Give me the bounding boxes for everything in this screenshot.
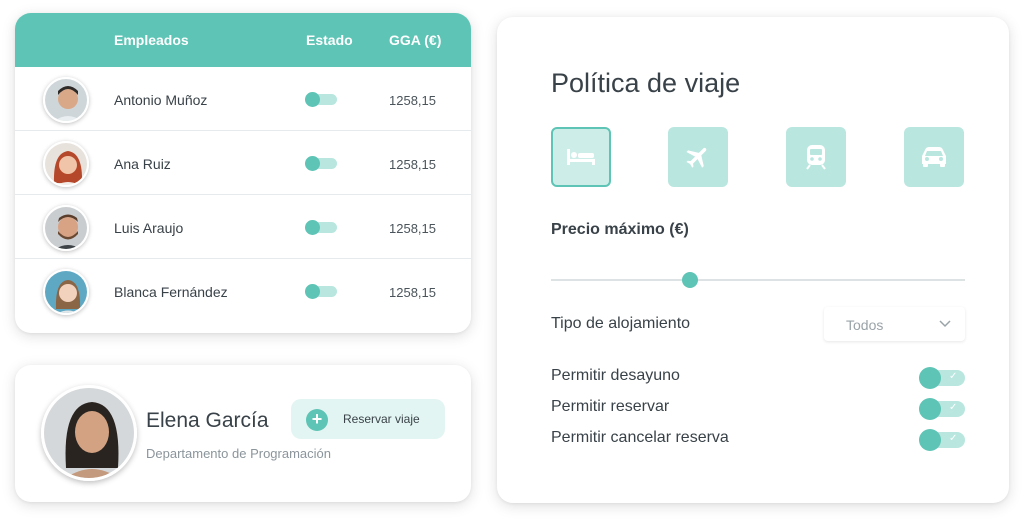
car-icon	[922, 147, 946, 167]
reserve-trip-label: Reservar viaje	[343, 412, 420, 426]
page-title: Política de viaje	[551, 68, 741, 98]
option-breakfast-label: Permitir desayuno	[551, 367, 680, 384]
option-reserve-toggle[interactable]: ✓	[919, 398, 965, 420]
avatar	[41, 385, 137, 481]
category-plane-button[interactable]	[668, 127, 728, 187]
status-toggle[interactable]	[305, 220, 337, 235]
category-train-button[interactable]	[786, 127, 846, 187]
option-cancel-toggle[interactable]: ✓	[919, 429, 965, 451]
check-icon: ✓	[949, 402, 958, 413]
check-icon: ✓	[949, 371, 958, 382]
status-toggle[interactable]	[305, 284, 337, 299]
option-breakfast-toggle[interactable]: ✓	[919, 367, 965, 389]
bed-icon	[567, 149, 595, 165]
train-icon	[806, 145, 826, 170]
plus-icon: +	[306, 409, 328, 431]
option-cancel-label: Permitir cancelar reserva	[551, 429, 729, 446]
accommodation-select[interactable]: Todos	[824, 307, 965, 341]
category-hotel-button[interactable]	[551, 127, 611, 187]
employee-name: Ana Ruiz	[114, 156, 171, 172]
table-row[interactable]: Ana Ruiz 1258,15	[15, 131, 471, 195]
employee-gga: 1258,15	[389, 221, 436, 236]
avatar	[43, 205, 89, 251]
employee-gga: 1258,15	[389, 285, 436, 300]
plane-icon	[686, 147, 707, 168]
category-car-button[interactable]	[904, 127, 964, 187]
profile-department: Departamento de Programación	[146, 446, 331, 461]
max-price-slider[interactable]	[551, 279, 965, 281]
employee-name: Luis Araujo	[114, 220, 184, 236]
table-row[interactable]: Luis Araujo 1258,15	[15, 195, 471, 259]
profile-name: Elena García	[146, 409, 269, 432]
table-header: Empleados Estado GGA (€)	[15, 13, 471, 67]
employee-name: Antonio Muñoz	[114, 92, 208, 108]
option-reserve-label: Permitir reservar	[551, 398, 670, 415]
header-status[interactable]: Estado	[306, 32, 353, 48]
status-toggle[interactable]	[305, 92, 337, 107]
status-toggle[interactable]	[305, 156, 337, 171]
avatar	[43, 269, 89, 315]
chevron-down-icon	[939, 320, 951, 328]
employees-table-card: Empleados Estado GGA (€) Antonio Muñoz 1…	[15, 13, 471, 333]
travel-policy-card: Política de viaje Precio máximo (€) Tipo…	[497, 17, 1009, 503]
table-row[interactable]: Blanca Fernández 1258,15	[15, 259, 471, 323]
accommodation-label: Tipo de alojamiento	[551, 315, 691, 332]
employee-name: Blanca Fernández	[114, 284, 228, 300]
avatar	[43, 141, 89, 187]
table-row[interactable]: Antonio Muñoz 1258,15	[15, 67, 471, 131]
accommodation-value: Todos	[846, 317, 884, 333]
check-icon: ✓	[949, 433, 958, 444]
profile-card: Elena García Departamento de Programació…	[15, 365, 471, 502]
employee-gga: 1258,15	[389, 157, 436, 172]
header-employees[interactable]: Empleados	[114, 32, 189, 48]
slider-handle[interactable]	[682, 272, 698, 288]
reserve-trip-button[interactable]: + Reservar viaje	[291, 399, 445, 439]
avatar	[43, 77, 89, 123]
employee-gga: 1258,15	[389, 93, 436, 108]
header-gga[interactable]: GGA (€)	[389, 32, 441, 48]
max-price-label: Precio máximo (€)	[551, 221, 689, 238]
